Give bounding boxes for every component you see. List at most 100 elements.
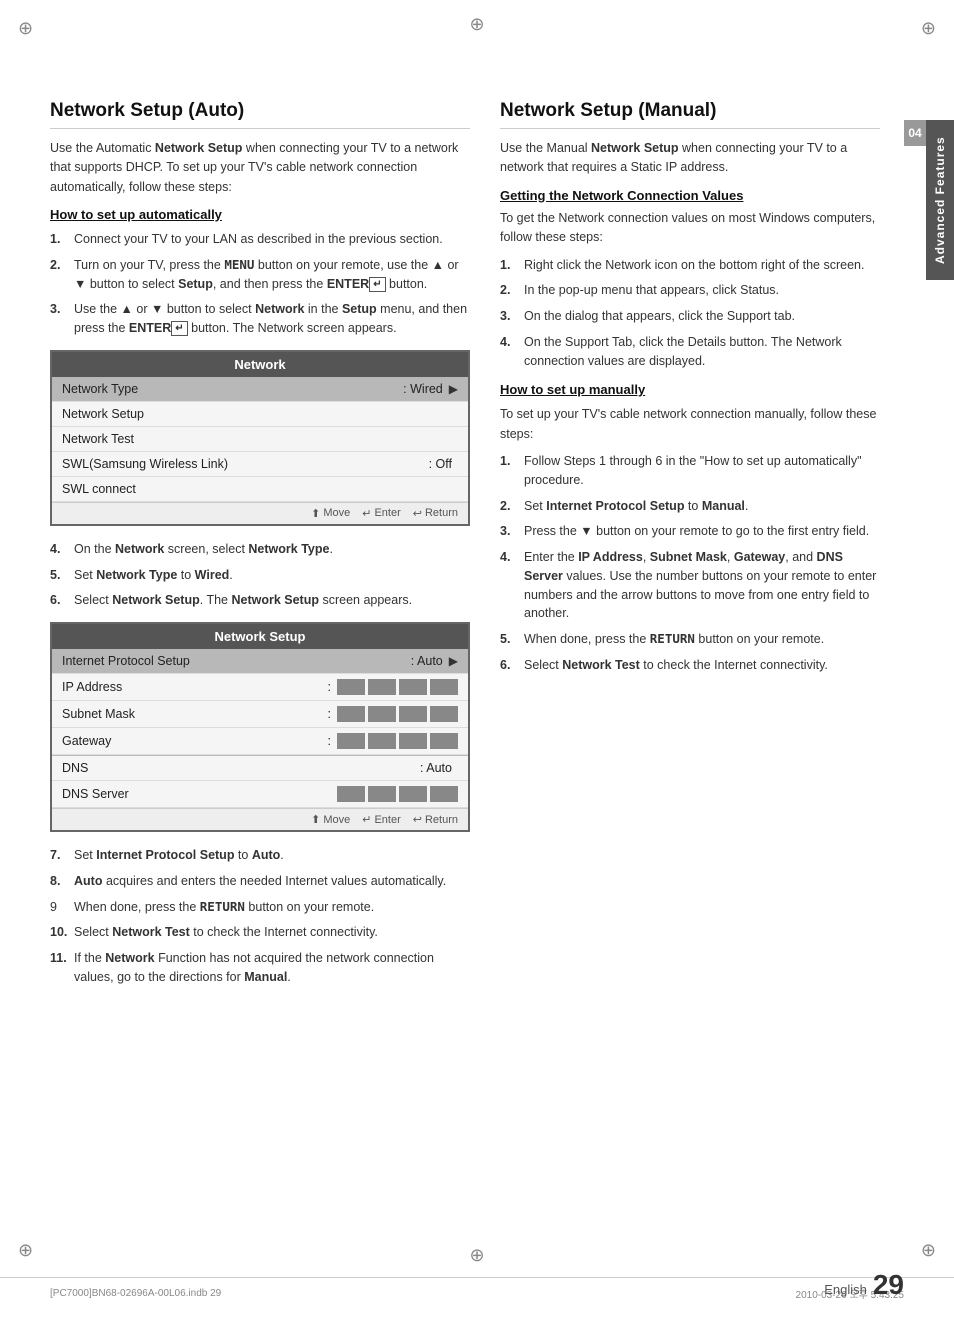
auto-steps-list: 1. Connect your TV to your LAN as descri… [50, 230, 470, 338]
step-text: On the dialog that appears, click the Su… [524, 307, 880, 326]
list-item: 4. On the Network screen, select Network… [50, 540, 470, 559]
step-text: Set Network Type to Wired. [74, 566, 470, 585]
list-item: 2. Turn on your TV, press the MENU butto… [50, 256, 470, 294]
return-icon: ↩ [413, 813, 422, 826]
list-item: 3. Press the ▼ button on your remote to … [500, 522, 880, 541]
ui-row-swl: SWL(Samsung Wireless Link) : Off [52, 452, 468, 477]
corner-mark-tr: ⊕ [921, 18, 936, 39]
ui-row-network-setup: Network Setup [52, 402, 468, 427]
step-number: 10. [50, 923, 68, 942]
ip-block [399, 679, 427, 695]
network-box-body: Network Type : Wired ▶ Network Setup Net… [52, 377, 468, 502]
step-number: 2. [50, 256, 68, 294]
list-item: 5. Set Network Type to Wired. [50, 566, 470, 585]
footer-enter: ↵ Enter [362, 813, 401, 826]
list-item: 5. When done, press the RETURN button on… [500, 630, 880, 649]
ip-block [337, 679, 365, 695]
step-text: In the pop-up menu that appears, click S… [524, 281, 880, 300]
manual-intro: To set up your TV's cable network connec… [500, 405, 880, 444]
how-to-manual-title: How to set up manually [500, 382, 880, 397]
getting-steps-list: 1. Right click the Network icon on the b… [500, 256, 880, 371]
step-text: When done, press the RETURN button on yo… [524, 630, 880, 649]
final-steps-list: 7. Set Internet Protocol Setup to Auto. … [50, 846, 470, 987]
ui-row-subnet-mask: Subnet Mask : [52, 701, 468, 728]
list-item: 4. On the Support Tab, click the Details… [500, 333, 880, 371]
enter-icon: ↵ [362, 507, 371, 520]
ui-row-label: Network Setup [62, 407, 458, 421]
step-text: If the Network Function has not acquired… [74, 949, 470, 987]
right-section-title: Network Setup (Manual) [500, 100, 880, 129]
steps-after-network: 4. On the Network screen, select Network… [50, 540, 470, 610]
step-text: Press the ▼ button on your remote to go … [524, 522, 880, 541]
footer-file: [PC7000]BN68-02696A-00L06.indb 29 [50, 1288, 221, 1299]
ip-block [337, 733, 365, 749]
step-number: 3. [500, 307, 518, 326]
ip-block [399, 733, 427, 749]
list-item: 1. Follow Steps 1 through 6 in the "How … [500, 452, 880, 490]
arrow-right-icon: ▶ [449, 382, 458, 396]
ui-row-value: : Wired [403, 382, 443, 396]
ip-block [430, 679, 458, 695]
manual-steps-list: 1. Follow Steps 1 through 6 in the "How … [500, 452, 880, 675]
step-text: Set Internet Protocol Setup to Manual. [524, 497, 880, 516]
ui-row-dns: DNS : Auto [52, 755, 468, 781]
step-number: 4. [50, 540, 68, 559]
list-item: 3. On the dialog that appears, click the… [500, 307, 880, 326]
step-number: 4. [500, 333, 518, 371]
ip-blocks [337, 733, 458, 749]
corner-mark-tl: ⊕ [18, 18, 33, 39]
list-item: 3. Use the ▲ or ▼ button to select Netwo… [50, 300, 470, 338]
step-text: Auto acquires and enters the needed Inte… [74, 872, 470, 891]
step-number: 5. [50, 566, 68, 585]
left-intro: Use the Automatic Network Setup when con… [50, 139, 470, 197]
ip-blocks [337, 706, 458, 722]
page-container: ⊕ ⊕ ⊕ 04 Advanced Features Network Setup… [0, 0, 954, 1321]
ip-block [399, 706, 427, 722]
arrow-right-icon: ▶ [449, 654, 458, 668]
footer-enter: ↵ Enter [362, 507, 401, 520]
ui-row-gateway: Gateway : [52, 728, 468, 755]
network-setup-box-footer: ⬆ Move ↵ Enter ↩ Return [52, 808, 468, 830]
step-text: On the Support Tab, click the Details bu… [524, 333, 880, 371]
ip-block [430, 786, 458, 802]
step-text: Enter the IP Address, Subnet Mask, Gatew… [524, 548, 880, 623]
step-number: 3. [500, 522, 518, 541]
ui-row-label: DNS Server [62, 787, 337, 801]
step-number: 3. [50, 300, 68, 338]
center-bottom-mark: ⊕ [469, 1245, 484, 1266]
enter-icon: ↵ [362, 813, 371, 826]
left-column: Network Setup (Auto) Use the Automatic N… [50, 100, 470, 999]
list-item: 2. In the pop-up menu that appears, clic… [500, 281, 880, 300]
step-text: Set Internet Protocol Setup to Auto. [74, 846, 470, 865]
list-item: 11. If the Network Function has not acqu… [50, 949, 470, 987]
step-number: 1. [50, 230, 68, 249]
ip-block [430, 733, 458, 749]
ip-blocks [337, 679, 458, 695]
list-item: 9 When done, press the RETURN button on … [50, 898, 470, 917]
corner-mark-bl: ⊕ [18, 1240, 33, 1261]
ip-block [399, 786, 427, 802]
ui-row-value: : Off [429, 457, 452, 471]
list-item: 1. Connect your TV to your LAN as descri… [50, 230, 470, 249]
step-text: On the Network screen, select Network Ty… [74, 540, 470, 559]
step-text: Turn on your TV, press the MENU button o… [74, 256, 470, 294]
ui-row-label: DNS [62, 761, 420, 775]
page-number-area: English 29 [824, 1269, 904, 1301]
step-number: 6. [50, 591, 68, 610]
network-setup-box-body: Internet Protocol Setup : Auto ▶ IP Addr… [52, 649, 468, 808]
footer-return: ↩ Return [413, 813, 458, 826]
move-icon: ⬆ [311, 507, 320, 520]
footer-move: ⬆ Move [311, 507, 350, 520]
ui-row-label: Network Type [62, 382, 403, 396]
ui-row-network-test: Network Test [52, 427, 468, 452]
ui-row-ip-address: IP Address : [52, 674, 468, 701]
step-text: Right click the Network icon on the bott… [524, 256, 880, 275]
step-number: 8. [50, 872, 68, 891]
step-number: 11. [50, 949, 68, 987]
ui-row-internet-protocol: Internet Protocol Setup : Auto ▶ [52, 649, 468, 674]
ui-row-value: : Auto [411, 654, 443, 668]
step-text: When done, press the RETURN button on yo… [74, 898, 470, 917]
footer-move: ⬆ Move [311, 813, 350, 826]
step-number: 6. [500, 656, 518, 675]
return-icon: ↩ [413, 507, 422, 520]
